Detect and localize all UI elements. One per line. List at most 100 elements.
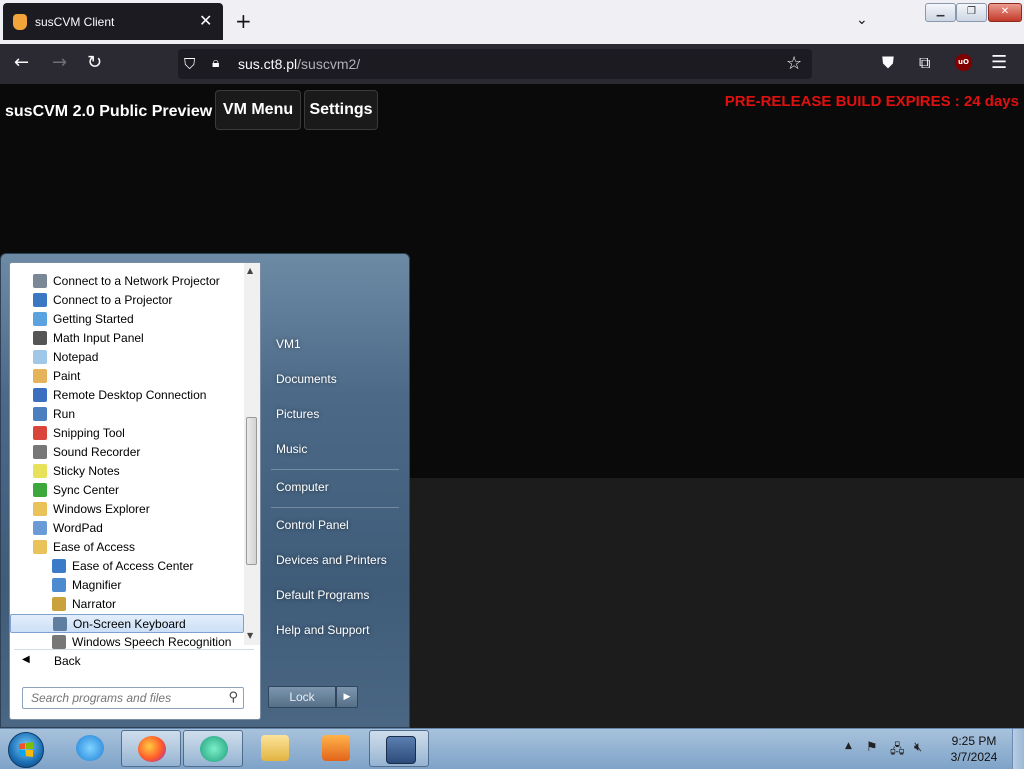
microphone-icon <box>52 635 66 649</box>
program-label: Ease of Access <box>53 540 136 554</box>
program-item[interactable]: Ease of Access Center <box>10 557 244 576</box>
program-item[interactable]: Snipping Tool <box>10 424 244 443</box>
start-link-computer[interactable]: Computer <box>276 480 329 494</box>
network-icon[interactable]: 🖧︎ <box>890 740 905 762</box>
program-item[interactable]: Sound Recorder <box>10 443 244 462</box>
start-link-documents[interactable]: Documents <box>276 372 337 386</box>
start-link-default-programs[interactable]: Default Programs <box>276 588 369 602</box>
new-tab-button[interactable]: + <box>235 11 252 31</box>
taskbar-file-explorer[interactable] <box>245 730 305 767</box>
program-label: Snipping Tool <box>53 426 125 440</box>
site-info-lock-icon[interactable]: 🔒︎ <box>212 55 219 71</box>
program-item[interactable]: WordPad <box>10 519 244 538</box>
taskbar-app-window[interactable] <box>369 730 429 767</box>
settings-button[interactable]: Settings <box>304 90 378 130</box>
ublock-origin-icon[interactable]: uO <box>955 54 972 71</box>
program-item[interactable]: Connect to a Projector <box>10 291 244 310</box>
url-text[interactable]: sus.ct8.pl/suscvm2/ <box>238 56 360 72</box>
back-button[interactable]: ◀ Back <box>14 649 254 672</box>
reload-icon[interactable]: ↻ <box>87 53 102 73</box>
hamburger-menu-icon[interactable]: ☰ <box>991 53 1007 73</box>
scroll-down-arrow-icon[interactable]: ▼ <box>247 631 253 640</box>
window-restore-button[interactable]: ❐ <box>956 3 987 22</box>
scissors-icon <box>33 426 47 440</box>
run-icon <box>33 407 47 421</box>
programs-scrollbar[interactable]: ▲ ▼ <box>244 263 260 645</box>
program-item[interactable]: Sync Center <box>10 481 244 500</box>
program-item[interactable]: Getting Started <box>10 310 244 329</box>
taskbar-internet-explorer[interactable] <box>60 730 120 767</box>
shutdown-options-arrow-icon[interactable]: ▶ <box>336 686 358 708</box>
accessibility-icon <box>52 559 66 573</box>
start-link-control-panel[interactable]: Control Panel <box>276 518 349 532</box>
folder-icon <box>33 502 47 516</box>
start-menu: Connect to a Network Projector Connect to… <box>0 253 410 728</box>
close-tab-icon[interactable]: ✕ <box>199 13 212 29</box>
search-programs-input[interactable] <box>29 690 223 706</box>
program-item[interactable]: On-Screen Keyboard <box>10 614 244 633</box>
back-label: Back <box>54 654 81 668</box>
show-desktop-button[interactable] <box>1012 729 1024 769</box>
back-arrow-icon[interactable]: ← <box>14 53 29 73</box>
taskbar-browser[interactable] <box>183 730 243 767</box>
window-minimize-button[interactable]: ▁ <box>925 3 956 22</box>
program-label: Getting Started <box>53 312 134 326</box>
program-label: Magnifier <box>72 578 122 592</box>
lock-button[interactable]: Lock <box>268 686 336 708</box>
extensions-puzzle-icon[interactable]: ⧉ <box>919 53 930 73</box>
taskbar-clock[interactable]: 9:25 PM 3/7/2024 <box>944 733 1004 765</box>
scroll-up-arrow-icon[interactable]: ▲ <box>247 266 253 275</box>
browser-tab-bar: susCVM Client ✕ + ⌄ ▁ ❐ ✕ <box>0 0 1024 44</box>
address-bar[interactable]: ⛉ 🔒︎ sus.ct8.pl/suscvm2/ ☆ <box>178 49 812 79</box>
program-label: Notepad <box>53 350 99 364</box>
monitor-icon <box>33 293 47 307</box>
tracking-protection-shield-icon[interactable]: ⛉ <box>184 55 195 73</box>
start-link-devices-printers[interactable]: Devices and Printers <box>276 553 387 567</box>
forward-arrow-icon[interactable]: → <box>52 53 67 73</box>
program-item[interactable]: Paint <box>10 367 244 386</box>
list-all-tabs-icon[interactable]: ⌄ <box>856 12 868 28</box>
pocket-icon[interactable]: ⛊ <box>882 53 894 73</box>
back-triangle-icon: ◀ <box>22 654 30 665</box>
tab-title: susCVM Client <box>35 15 115 29</box>
program-item[interactable]: Sticky Notes <box>10 462 244 481</box>
program-label: Ease of Access Center <box>72 559 194 573</box>
vm-menu-button[interactable]: VM Menu <box>215 90 301 130</box>
site-favicon-icon <box>13 14 27 30</box>
notepad-icon <box>33 350 47 364</box>
taskbar-media-player[interactable] <box>306 730 366 767</box>
clock-date: 3/7/2024 <box>950 750 998 764</box>
start-link-vm1[interactable]: VM1 <box>276 337 301 351</box>
taskbar-firefox[interactable] <box>121 730 181 767</box>
program-item[interactable]: Narrator <box>10 595 244 614</box>
narrator-icon <box>52 597 66 611</box>
programs-pane: Connect to a Network Projector Connect to… <box>9 262 261 720</box>
start-separator <box>271 507 399 508</box>
start-link-music[interactable]: Music <box>276 442 307 456</box>
program-item[interactable]: Connect to a Network Projector <box>10 272 244 291</box>
volume-muted-icon[interactable]: 🔇︎ <box>914 740 922 755</box>
program-item[interactable]: Run <box>10 405 244 424</box>
scrollbar-thumb[interactable] <box>246 417 257 565</box>
program-label: Sticky Notes <box>53 464 120 478</box>
program-item[interactable]: Ease of Access <box>10 538 244 557</box>
start-button[interactable] <box>8 732 44 768</box>
start-link-pictures[interactable]: Pictures <box>276 407 319 421</box>
start-link-help-support[interactable]: Help and Support <box>276 623 369 637</box>
firefox-icon <box>138 736 166 762</box>
program-item[interactable]: Magnifier <box>10 576 244 595</box>
program-item[interactable]: Windows Explorer <box>10 500 244 519</box>
browser-tab-active[interactable]: susCVM Client ✕ <box>3 3 223 40</box>
paint-icon <box>33 369 47 383</box>
page-header: susCVM 2.0 Public Preview 2 VM Menu Sett… <box>0 84 1024 134</box>
show-hidden-icons-arrow-icon[interactable]: ▲ <box>845 741 852 751</box>
program-item[interactable]: Math Input Panel <box>10 329 244 348</box>
search-magnifier-icon[interactable]: ⚲ <box>228 690 238 705</box>
action-center-flag-icon[interactable]: ⚑ <box>866 740 878 755</box>
program-item[interactable]: Remote Desktop Connection <box>10 386 244 405</box>
window-close-button[interactable]: ✕ <box>988 3 1022 22</box>
program-item[interactable]: Notepad <box>10 348 244 367</box>
search-programs-box[interactable]: ⚲ <box>22 687 244 709</box>
internet-explorer-icon <box>76 735 104 761</box>
bookmark-star-icon[interactable]: ☆ <box>786 53 802 74</box>
